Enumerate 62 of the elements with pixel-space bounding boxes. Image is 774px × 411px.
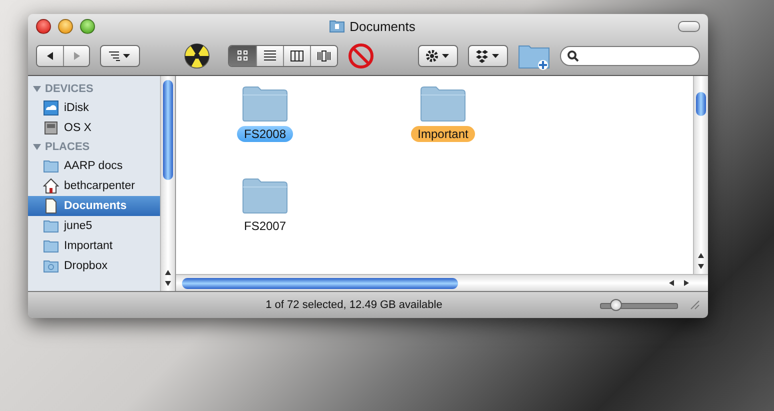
radiation-icon[interactable] [184,43,210,69]
folder-icon[interactable] [241,178,289,214]
scroll-arrows-icon[interactable] [668,279,690,287]
folder-icon [43,238,59,254]
arrange-menu-button[interactable] [100,45,140,67]
resize-grip-icon[interactable] [690,300,700,310]
grid-icon [236,50,250,62]
house-icon [43,178,59,194]
sidebar-item[interactable]: OS X [28,118,160,138]
folder-icon [43,158,59,174]
scroll-arrows-icon[interactable] [164,269,172,287]
disclosure-triangle-icon [33,143,41,151]
folder-icon [328,19,345,33]
scroll-thumb[interactable] [163,80,173,180]
status-text: 1 of 72 selected, 12.49 GB available [264,299,444,311]
search-icon [567,50,579,62]
folder-icon [43,218,59,234]
prohibited-sign-icon[interactable] [348,43,374,69]
folder-icon[interactable] [419,86,467,122]
file-name[interactable]: FS2007 [236,218,294,234]
gear-icon [425,49,451,63]
dropbox-menu-button[interactable] [468,45,508,67]
dropbox-box-icon [475,49,501,63]
vertical-scrollbar[interactable] [693,76,708,274]
left-triangle-icon [45,51,55,61]
action-menu-button[interactable] [418,45,458,67]
arrange-lines-icon [108,51,132,61]
lines-icon [263,50,277,62]
folder-icon [43,258,59,274]
sidebar-item[interactable]: june5 [28,216,160,236]
cover-flow-button[interactable] [310,46,337,66]
sidebar-item[interactable]: iDisk [28,98,160,118]
right-triangle-icon [72,51,82,61]
document-icon [43,198,59,214]
sidebar-item[interactable]: Important [28,236,160,256]
scroll-thumb[interactable] [182,278,458,288]
horizontal-scrollbar[interactable] [176,274,708,291]
scroll-arrows-icon[interactable] [697,252,705,270]
icon-view-button[interactable] [229,46,256,66]
sidebar-item[interactable]: AARP docs [28,156,160,176]
scroll-thumb[interactable] [696,92,706,116]
zoom-button[interactable] [80,18,95,34]
column-view-button[interactable] [283,46,310,66]
sidebar-item[interactable]: Dropbox [28,256,160,276]
disclosure-triangle-icon [33,85,41,93]
minimize-button[interactable] [58,18,73,34]
hard-drive-icon [43,120,59,136]
search-field[interactable] [560,46,700,66]
file-name[interactable]: FS2008 [236,126,294,142]
window-title: Documents [350,18,416,34]
columns-icon [290,50,304,62]
sidebar-item[interactable]: bethcarpenter [28,176,160,196]
sidebar-item[interactable]: Documents [28,196,160,216]
close-button[interactable] [36,18,51,34]
folder-icon[interactable] [241,86,289,122]
file-name[interactable]: Important [410,126,476,142]
list-view-button[interactable] [256,46,283,66]
sidebar-scrollbar[interactable] [160,76,175,291]
back-button[interactable] [37,46,63,66]
cover-flow-icon [317,50,331,62]
icon-size-slider[interactable] [600,299,678,311]
toolbar-toggle-button[interactable] [678,20,700,32]
